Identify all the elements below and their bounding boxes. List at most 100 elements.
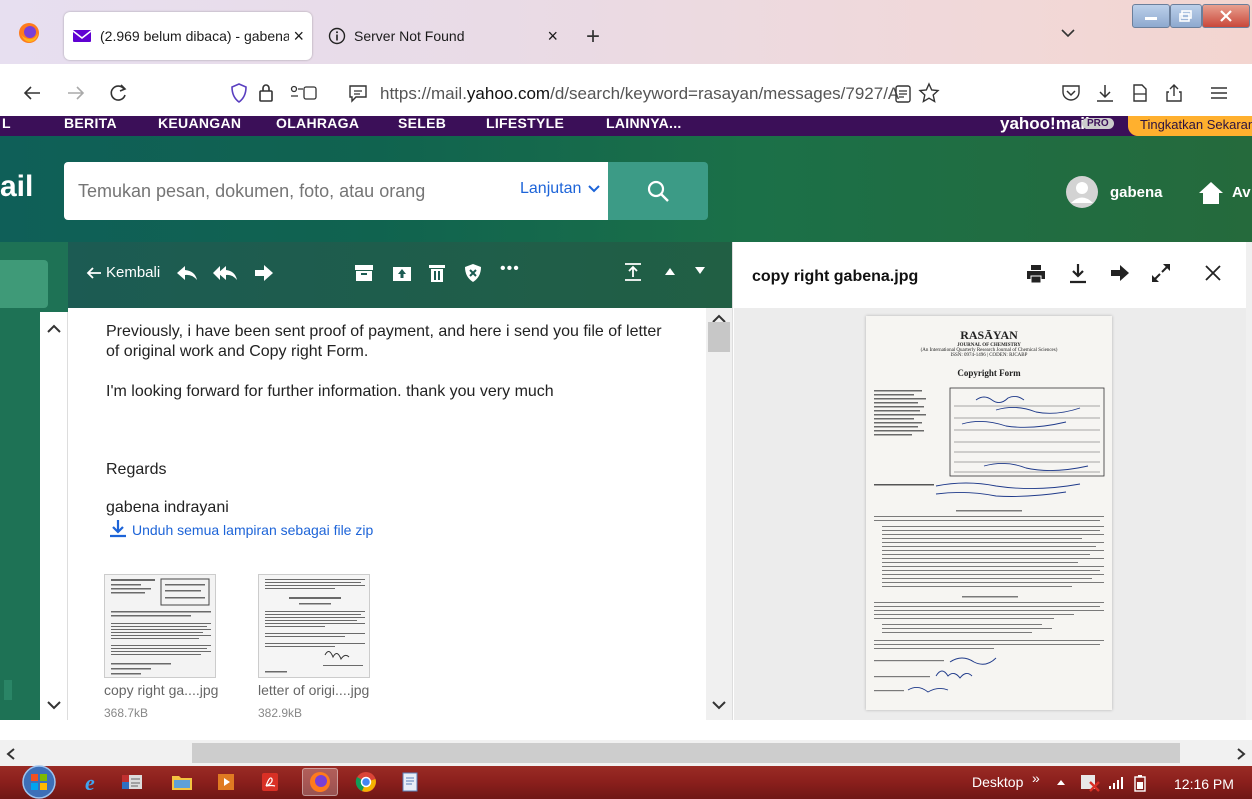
attachment-thumbnail[interactable] — [104, 574, 216, 678]
scroll-up-icon[interactable] — [47, 324, 61, 334]
search-button[interactable] — [608, 162, 708, 220]
back-arrow-icon[interactable] — [86, 266, 102, 280]
search-input[interactable] — [78, 178, 508, 204]
attachment-name[interactable]: letter of origi....jpg — [258, 682, 369, 698]
library-icon[interactable] — [1130, 82, 1150, 104]
more-options-button[interactable]: ••• — [500, 260, 520, 278]
tab-server-not-found[interactable]: Server Not Found × — [318, 12, 568, 60]
next-message-icon[interactable] — [694, 266, 706, 276]
firefox-taskbar-icon[interactable] — [302, 768, 338, 796]
scroll-left-icon[interactable] — [6, 748, 16, 760]
tab-yahoo-mail[interactable]: (2.969 belum dibaca) - gabenair × — [64, 12, 312, 60]
nav-link-lainnya[interactable]: LAINNYA... — [606, 115, 682, 131]
back-button[interactable]: Kembali — [106, 264, 160, 281]
toolbar-chevron[interactable]: » — [1032, 770, 1040, 786]
move-icon[interactable] — [392, 264, 412, 282]
compose-button[interactable] — [0, 260, 48, 308]
expand-icon[interactable] — [1150, 262, 1172, 284]
download-all-link[interactable]: Unduh semua lampiran sebagai file zip — [132, 522, 373, 538]
nav-link-berita[interactable]: BERITA — [64, 115, 117, 131]
url-domain: yahoo.com — [466, 84, 551, 103]
share-icon[interactable] — [1164, 82, 1184, 104]
reply-all-icon[interactable] — [212, 264, 238, 282]
previous-message-icon[interactable] — [664, 266, 676, 276]
delete-icon[interactable] — [428, 263, 446, 283]
hamburger-menu-icon[interactable] — [1210, 86, 1228, 100]
signal-icon[interactable] — [1108, 776, 1124, 790]
minimize-button[interactable] — [1132, 4, 1170, 28]
clock[interactable]: 12:16 PM — [1174, 776, 1234, 792]
forward-arrow-icon[interactable] — [66, 84, 86, 102]
archive-icon[interactable] — [354, 264, 374, 282]
url-text[interactable]: https://mail.yahoo.com/d/search/keyword=… — [380, 84, 900, 104]
document-app-icon[interactable] — [392, 768, 428, 796]
search-box[interactable]: Lanjutan — [64, 162, 608, 220]
tab-close-button[interactable]: × — [293, 26, 304, 47]
sidebar-scrollbar[interactable] — [40, 312, 68, 720]
nav-link-keuangan[interactable]: KEUANGAN — [158, 115, 241, 131]
bookmark-star-icon[interactable] — [918, 82, 940, 104]
maximize-button[interactable] — [1170, 4, 1202, 28]
close-icon[interactable] — [1204, 264, 1222, 282]
scroll-down-icon[interactable] — [712, 700, 726, 710]
download-icon[interactable] — [1068, 262, 1088, 284]
spam-shield-icon[interactable] — [464, 263, 482, 283]
copyright-form-image[interactable]: RASĀYAN JOURNAL OF CHEMISTRY (An Interna… — [866, 316, 1112, 710]
url-path: /d/search/keyword=rasayan/messages/7927/… — [550, 84, 900, 103]
battery-icon[interactable] — [1134, 774, 1146, 792]
mail-brand-fragment[interactable]: ail — [0, 170, 33, 204]
pdf-reader-icon[interactable] — [252, 768, 288, 796]
reader-view-icon[interactable] — [894, 84, 912, 104]
user-name[interactable]: gabena — [1110, 184, 1163, 201]
scroll-down-icon[interactable] — [47, 700, 61, 710]
message-scrollbar[interactable] — [706, 308, 732, 720]
flag-app-icon[interactable] — [114, 768, 150, 796]
network-warning-icon[interactable] — [1080, 774, 1100, 792]
reply-icon[interactable] — [176, 264, 198, 282]
nav-link-olahraga[interactable]: OLAHRAGA — [276, 115, 359, 131]
nav-link-seleb[interactable]: SELEB — [398, 115, 446, 131]
back-arrow-icon[interactable] — [22, 84, 42, 102]
close-window-button[interactable] — [1202, 4, 1250, 28]
permissions-icon[interactable] — [290, 83, 318, 103]
forward-icon[interactable] — [254, 264, 274, 282]
attachment-name[interactable]: copy right ga....jpg — [104, 682, 218, 698]
lock-icon[interactable] — [258, 82, 274, 104]
preview-scrollbar[interactable] — [1246, 242, 1252, 720]
tab-list-chevron-icon[interactable] — [1060, 28, 1076, 38]
tracking-shield-icon[interactable] — [230, 82, 248, 104]
new-tab-button[interactable]: + — [586, 23, 600, 51]
forward-icon[interactable] — [1110, 264, 1130, 282]
advanced-search-link[interactable]: Lanjutan — [520, 180, 581, 198]
chrome-icon[interactable] — [348, 768, 384, 796]
reload-icon[interactable] — [108, 83, 128, 103]
firefox-menu-icon[interactable] — [18, 22, 40, 44]
nav-link-fragment[interactable]: L — [2, 115, 11, 131]
pocket-icon[interactable] — [1060, 82, 1082, 104]
avatar[interactable] — [1066, 176, 1098, 208]
message-paragraph: I'm looking forward for further informat… — [106, 383, 554, 400]
yahoo-mail-logo[interactable]: yahoo!mail — [1000, 114, 1090, 134]
media-player-icon[interactable] — [208, 768, 244, 796]
tab-close-button[interactable]: × — [547, 26, 558, 47]
attachment-thumbnail[interactable] — [258, 574, 370, 678]
start-button[interactable] — [20, 764, 58, 799]
print-icon[interactable] — [1026, 264, 1046, 284]
file-explorer-icon[interactable] — [164, 768, 200, 796]
mail-icon — [72, 28, 92, 44]
reader-comment-icon[interactable] — [348, 83, 368, 103]
downloads-icon[interactable] — [1094, 82, 1116, 104]
internet-explorer-icon[interactable]: e — [76, 768, 112, 796]
sidebar-item[interactable] — [4, 680, 12, 700]
scroll-right-icon[interactable] — [1236, 748, 1246, 760]
scrollbar-thumb[interactable] — [708, 322, 730, 352]
home-icon[interactable] — [1198, 180, 1224, 206]
nav-link-lifestyle[interactable]: LIFESTYLE — [486, 115, 564, 131]
collapse-icon[interactable] — [624, 262, 642, 282]
horizontal-scrollbar[interactable] — [0, 740, 1252, 766]
home-label-fragment[interactable]: Av — [1232, 184, 1251, 201]
upgrade-button[interactable]: Tingkatkan Sekaran — [1128, 116, 1252, 136]
show-hidden-icons-icon[interactable] — [1056, 778, 1066, 786]
scrollbar-thumb[interactable] — [192, 743, 1180, 763]
desktop-toolbar-label[interactable]: Desktop — [972, 774, 1023, 790]
